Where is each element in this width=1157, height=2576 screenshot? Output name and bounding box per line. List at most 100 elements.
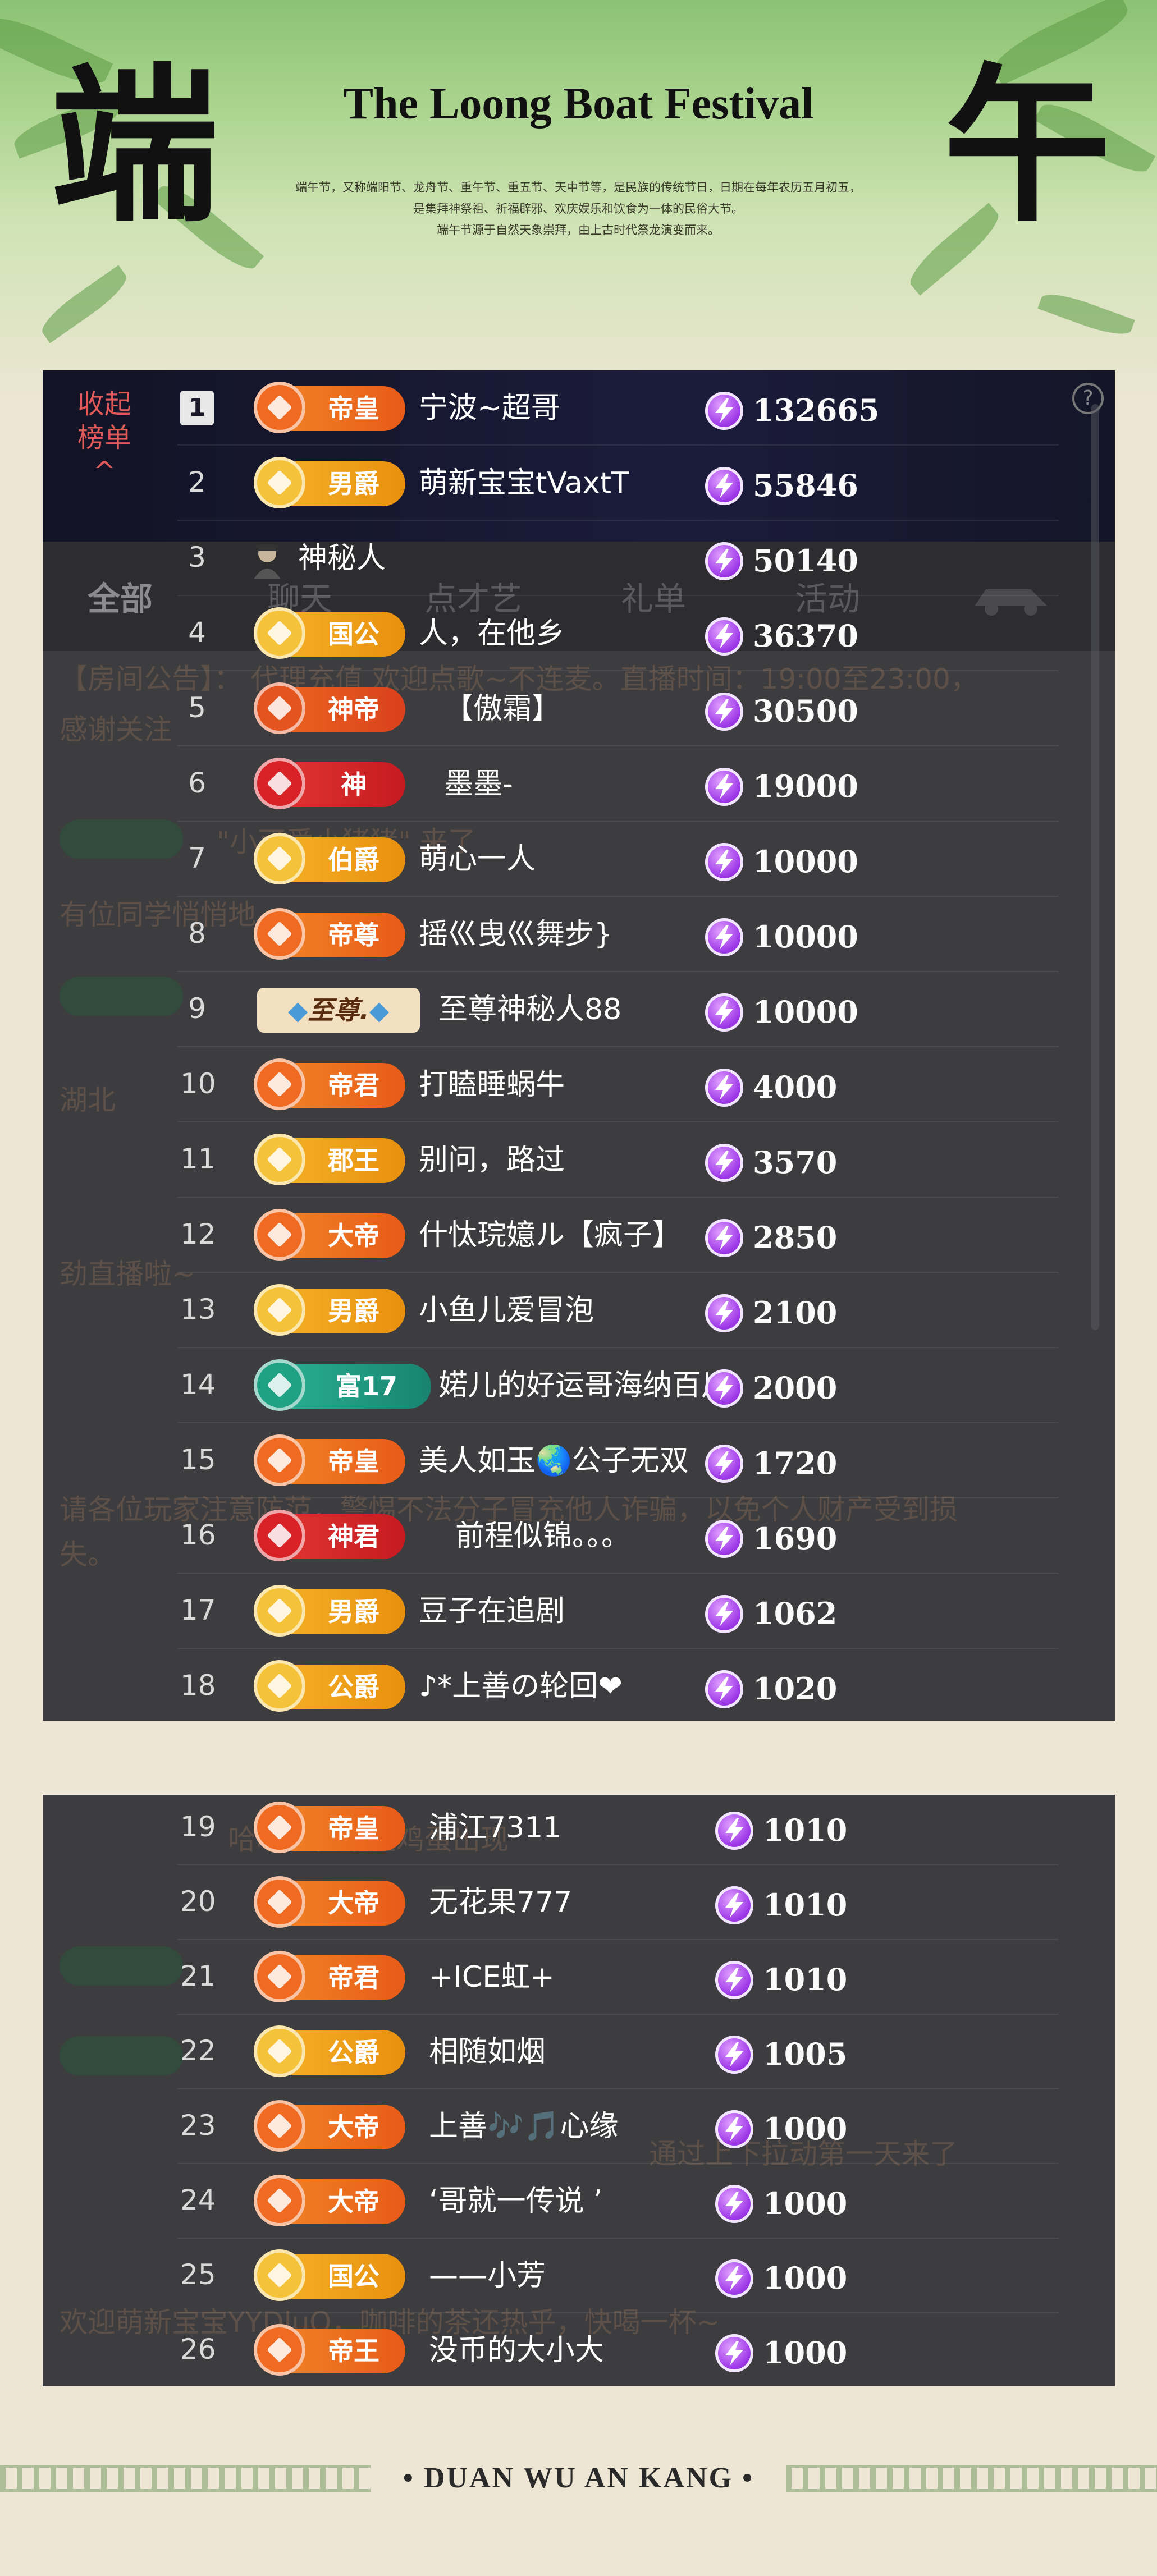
user-name[interactable]: 小鱼儿爱冒泡 [419, 1290, 594, 1331]
noble-badge: 神帝 [254, 682, 405, 734]
user-name[interactable]: 人，在他乡 [419, 613, 565, 654]
user-name[interactable]: 墨墨- [444, 763, 513, 805]
badge-label: 帝皇 [328, 1813, 379, 1844]
user-name[interactable]: 宁波~超哥 [419, 387, 560, 429]
user-name[interactable]: 浦江7311 [429, 1807, 561, 1849]
user-name[interactable]: 上善🎶🎵心缘 [429, 2106, 619, 2147]
ranking-row[interactable]: 14 富17 婼儿的好运哥海纳百川 2000 [43, 1348, 1115, 1423]
badge-emblem-icon [254, 2100, 305, 2152]
lightning-icon [705, 843, 743, 881]
ranking-row[interactable]: 5 神帝 【傲霜】 30500 [43, 671, 1115, 746]
user-name[interactable]: ——小芳 [429, 2255, 546, 2297]
noble-badge: 帝君 [254, 1058, 405, 1110]
ranking-row[interactable]: 7 伯爵 萌心一人 10000 [43, 822, 1115, 897]
ranking-row[interactable]: 11 郡王 别问，路过 3570 [43, 1122, 1115, 1198]
contribution-score: 10000 [753, 844, 858, 879]
user-name[interactable]: ‘哥就一传说 ’ [429, 2180, 603, 2222]
noble-badge: 大帝 [254, 2175, 405, 2226]
festival-title: The Loong Boat Festival [343, 79, 814, 129]
lightning-icon [715, 2259, 753, 2298]
contribution-score: 1690 [753, 1520, 838, 1556]
user-name[interactable]: 摇巛曳巛舞步} [419, 914, 612, 955]
user-name[interactable]: 相随如烟 [429, 2031, 546, 2073]
badge-emblem-icon [254, 1058, 305, 1110]
badge-emblem-icon [254, 457, 305, 508]
rank-number: 26 [180, 2333, 216, 2366]
ranking-row[interactable]: 16 神君 前程似锦。。。 1690 [43, 1498, 1115, 1574]
badge-label: 男爵 [328, 1597, 379, 1627]
ranking-row[interactable]: 24 大帝 ‘哥就一传说 ’ 1000 [43, 2164, 1115, 2239]
ranking-row[interactable]: 4 国公 人，在他乡 36370 [43, 596, 1115, 671]
noble-badge: 男爵 [254, 457, 405, 508]
anonymous-user-icon [250, 541, 284, 580]
ranking-row[interactable]: 26 帝王 没币的大小大 1000 [43, 2313, 1115, 2386]
noble-badge: 帝皇 [254, 382, 405, 433]
ranking-row[interactable]: 25 国公 ——小芳 1000 [43, 2238, 1115, 2313]
lightning-icon [715, 2110, 753, 2148]
contribution-score: 2000 [753, 1370, 838, 1406]
rank-number: 16 [180, 1519, 216, 1551]
badge-emblem-icon [254, 2175, 305, 2226]
contribution-score: 1000 [763, 2185, 848, 2221]
rank-number: 4 [188, 616, 206, 649]
user-name[interactable]: 萌心一人 [419, 838, 536, 880]
badge-emblem-icon [254, 1951, 305, 2002]
badge-emblem-icon [254, 607, 305, 659]
user-name[interactable]: +ICE虹+ [429, 1956, 555, 1998]
contribution-score: 1062 [753, 1596, 838, 1631]
badge-label: 国公 [328, 2261, 379, 2291]
user-name[interactable]: 神秘人 [298, 538, 386, 579]
user-name[interactable]: 打瞌睡蜗牛 [419, 1064, 565, 1106]
ranking-row[interactable]: 20 大帝 无花果777 1010 [43, 1865, 1115, 1940]
ranking-row[interactable]: 2 男爵 萌新宝宝tVaxtT 55846 [43, 446, 1115, 521]
lightning-icon [705, 1294, 743, 1332]
user-name[interactable]: 美人如玉🌏公子无双 [419, 1440, 689, 1482]
ranking-row[interactable]: 10 帝君 打瞌睡蜗牛 4000 [43, 1047, 1115, 1122]
badge-label: 大帝 [328, 1888, 379, 1918]
user-name[interactable]: 【傲霜】 [444, 688, 561, 730]
badge-emblem-icon [254, 1585, 305, 1637]
badge-label: 公爵 [328, 1672, 379, 1702]
user-name[interactable]: 豆子在追剧 [419, 1590, 565, 1632]
user-name[interactable]: 至尊神秘人88 [438, 989, 621, 1030]
ranking-row[interactable]: 1 帝皇 宁波~超哥 132665 [43, 370, 1115, 446]
ranking-row[interactable]: 19 帝皇 浦江7311 1010 [43, 1795, 1115, 1865]
contribution-score: 2850 [753, 1220, 838, 1255]
lightning-icon [705, 693, 743, 731]
user-name[interactable]: 婼儿的好运哥海纳百川 [438, 1365, 730, 1406]
contribution-score: 10000 [753, 994, 858, 1030]
user-name[interactable]: 前程似锦。。。 [455, 1515, 630, 1557]
badge-label: 帝尊 [328, 920, 379, 950]
user-name[interactable]: 无花果777 [429, 1882, 572, 1923]
ranking-row[interactable]: 13 男爵 小鱼儿爱冒泡 2100 [43, 1273, 1115, 1348]
badge-label: 神君 [328, 1521, 379, 1552]
noble-badge: 富17 [254, 1359, 431, 1411]
badge-emblem-icon [254, 2249, 305, 2301]
badge-label: 帝王 [328, 2336, 379, 2366]
rank-number: 19 [180, 1810, 216, 1843]
user-name[interactable]: 没币的大小大 [429, 2330, 604, 2371]
user-name[interactable]: ♪*上善の轮回❤ [419, 1666, 623, 1707]
user-name[interactable]: 什忲琓嬑ル【疯子】 [419, 1214, 682, 1256]
ranking-row[interactable]: 3 神秘人 50140 [43, 521, 1115, 596]
user-name[interactable]: 萌新宝宝tVaxtT [419, 462, 629, 504]
lightning-icon [715, 1886, 753, 1924]
ranking-row[interactable]: 9 至尊. 至尊神秘人88 10000 [43, 972, 1115, 1047]
badge-label: 郡王 [328, 1145, 379, 1176]
ranking-row[interactable]: 15 帝皇 美人如玉🌏公子无双 1720 [43, 1423, 1115, 1498]
contribution-score: 1005 [763, 2036, 848, 2072]
ranking-row[interactable]: 6 神 墨墨- 19000 [43, 746, 1115, 822]
ranking-row[interactable]: 12 大帝 什忲琓嬑ル【疯子】 2850 [43, 1198, 1115, 1273]
ranking-row[interactable]: 22 公爵 相随如烟 1005 [43, 2014, 1115, 2089]
ranking-row[interactable]: 8 帝尊 摇巛曳巛舞步} 10000 [43, 897, 1115, 972]
badge-emblem-icon [254, 1802, 305, 1853]
lightning-icon [705, 1595, 743, 1633]
ranking-row[interactable]: 17 男爵 豆子在追剧 1062 [43, 1574, 1115, 1649]
rank-number: 18 [180, 1669, 216, 1702]
ranking-row[interactable]: 23 大帝 上善🎶🎵心缘 1000 [43, 2089, 1115, 2164]
ranking-row[interactable]: 18 公爵 ♪*上善の轮回❤ 1020 [43, 1649, 1115, 1721]
user-name[interactable]: 别问，路过 [419, 1139, 565, 1181]
contribution-score: 19000 [753, 768, 858, 804]
ranking-row[interactable]: 21 帝君 +ICE虹+ 1010 [43, 1940, 1115, 2015]
ranking-panel: 全部 聊天 点才艺 礼单 活动 【房间公告】： 代理充值 欢迎点歌~不连麦。直播… [43, 370, 1115, 1721]
